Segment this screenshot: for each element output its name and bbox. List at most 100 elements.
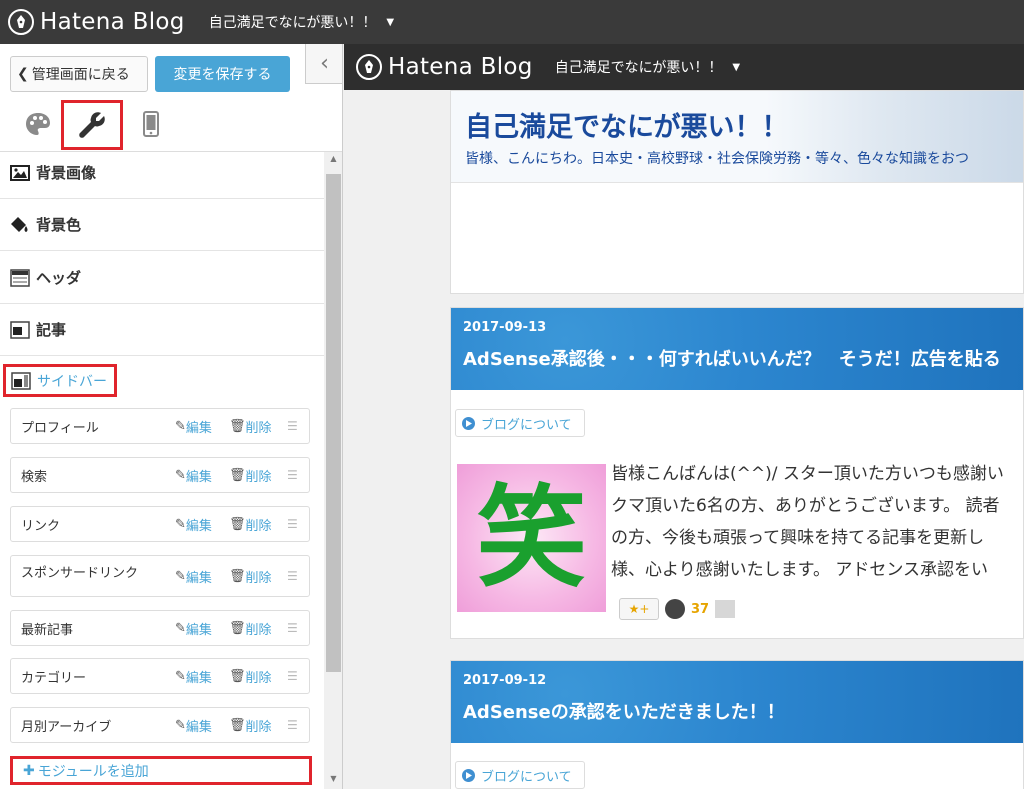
back-label: 管理画面に戻る	[31, 67, 130, 83]
delete-module-button[interactable]: 🗑 削除	[229, 567, 272, 586]
section-article[interactable]: 記事	[0, 304, 324, 356]
article-title[interactable]: AdSenseの承認をいただきました！！	[463, 698, 785, 724]
blog-description: 皆様、こんにちわ。日本史・高校野球・社会保険労務・等々、色々な知識をおつ	[465, 151, 969, 167]
panel-scrollbar[interactable]: ▲ ▼	[324, 152, 342, 789]
section-label: 背景画像	[36, 164, 97, 182]
sidebar-module[interactable]: 最新記事 ✎ 編集 🗑 削除 ☰	[10, 610, 310, 646]
avatar[interactable]	[665, 599, 685, 619]
blog-title[interactable]: 自己満足でなにが悪い！！	[465, 105, 788, 144]
sidebar-module[interactable]: 月別アーカイブ ✎ 編集 🗑 削除 ☰	[10, 707, 310, 743]
delete-label: 削除	[245, 719, 272, 735]
trash-icon: 🗑	[229, 418, 246, 434]
pencil-icon: ✎	[175, 467, 186, 483]
caret-down-icon[interactable]: ▼	[386, 17, 394, 28]
article-title[interactable]: AdSense承認後・・・何すればいいんだ？ そうだ！広告を貼る	[463, 345, 1001, 371]
preview-top-bar: Hatena Blog 自己満足でなにが悪い！！ ▼	[344, 44, 1024, 90]
tab-smartphone[interactable]	[131, 104, 171, 144]
sidebar-layout-icon	[11, 371, 31, 390]
sidebar-module[interactable]: スポンサードリンク ✎ 編集 🗑 削除 ☰	[10, 555, 310, 597]
delete-module-button[interactable]: 🗑 削除	[229, 515, 272, 534]
edit-label: 編集	[185, 719, 212, 735]
play-icon	[462, 768, 475, 782]
image-icon	[10, 164, 30, 181]
collapse-panel-button[interactable]: ‹	[305, 44, 342, 84]
add-module-button[interactable]: ✚ モジュールを追加	[10, 756, 312, 785]
pencil-icon: ✎	[175, 668, 186, 684]
drag-handle-icon[interactable]: ☰	[287, 621, 298, 635]
trash-icon: 🗑	[229, 467, 246, 483]
pencil-icon: ✎	[175, 568, 186, 584]
drag-handle-icon[interactable]: ☰	[287, 517, 298, 531]
edit-module-button[interactable]: ✎ 編集	[175, 716, 212, 735]
edit-module-button[interactable]: ✎ 編集	[175, 417, 212, 436]
star-count[interactable]: 37	[691, 602, 709, 617]
trash-icon: 🗑	[229, 668, 246, 684]
article-date[interactable]: 2017-09-12	[463, 673, 546, 688]
trash-icon: 🗑	[229, 516, 246, 532]
sidebar-module[interactable]: 検索 ✎ 編集 🗑 削除 ☰	[10, 457, 310, 493]
delete-module-button[interactable]: 🗑 削除	[229, 466, 272, 485]
delete-module-button[interactable]: 🗑 削除	[229, 716, 272, 735]
article-date[interactable]: 2017-09-13	[463, 320, 546, 335]
scrollbar-thumb[interactable]	[326, 174, 341, 672]
pencil-icon: ✎	[175, 717, 186, 733]
caret-down-icon[interactable]: ▼	[732, 62, 740, 73]
excerpt-line: 皆様こんばんは(^^)/ スター頂いた方いつも感謝い	[611, 464, 1004, 484]
edit-module-button[interactable]: ✎ 編集	[175, 466, 212, 485]
thumbnail-character: 笑	[476, 473, 587, 602]
edit-label: 編集	[185, 670, 212, 686]
edit-module-button[interactable]: ✎ 編集	[175, 667, 212, 686]
edit-module-button[interactable]: ✎ 編集	[175, 515, 212, 534]
trash-icon: 🗑	[229, 717, 246, 733]
drag-handle-icon[interactable]: ☰	[287, 419, 298, 433]
section-header[interactable]: ヘッダ	[0, 252, 324, 304]
delete-label: 削除	[245, 570, 272, 586]
category-tag[interactable]: ブログについて	[455, 409, 585, 437]
section-label: 記事	[36, 321, 67, 339]
avatar[interactable]	[715, 600, 736, 618]
pencil-icon: ✎	[175, 418, 186, 434]
section-label: サイドバー	[37, 373, 107, 390]
module-name: プロフィール	[21, 420, 99, 436]
pencil-icon: ✎	[175, 620, 186, 636]
section-background-image[interactable]: 背景画像	[0, 147, 324, 199]
sidebar-module[interactable]: プロフィール ✎ 編集 🗑 削除 ☰	[10, 408, 310, 444]
palette-icon	[26, 113, 50, 135]
excerpt-line: 様、心より感謝いたします。 アドセンス承認をい	[611, 560, 989, 580]
hatena-logo[interactable]: Hatena Blog	[8, 9, 185, 35]
section-background-color[interactable]: 背景色	[0, 199, 324, 251]
delete-module-button[interactable]: 🗑 削除	[229, 417, 272, 436]
delete-label: 削除	[245, 622, 272, 638]
hatena-logo[interactable]: Hatena Blog	[356, 54, 533, 80]
drag-handle-icon[interactable]: ☰	[287, 569, 298, 583]
back-to-dashboard-button[interactable]: ❮ 管理画面に戻る	[10, 56, 148, 92]
tab-design[interactable]	[18, 104, 58, 144]
pencil-icon: ✎	[175, 516, 186, 532]
blog-switcher[interactable]: 自己満足でなにが悪い！！	[555, 57, 723, 77]
excerpt-line: の方、今後も頑張って興味を持てる記事を更新し	[611, 528, 985, 548]
sidebar-module[interactable]: リンク ✎ 編集 🗑 削除 ☰	[10, 506, 310, 542]
edit-module-button[interactable]: ✎ 編集	[175, 567, 212, 586]
tab-customize[interactable]	[61, 100, 123, 150]
scroll-down-icon[interactable]: ▼	[324, 774, 342, 788]
sidebar-module[interactable]: カテゴリー ✎ 編集 🗑 削除 ☰	[10, 658, 310, 694]
blog-preview: Hatena Blog 自己満足でなにが悪い！！ ▼ 自己満足でなにが悪い！！ …	[344, 44, 1024, 789]
article-header: 2017-09-12 AdSenseの承認をいただきました！！	[451, 661, 1023, 743]
edit-module-button[interactable]: ✎ 編集	[175, 619, 212, 638]
drag-handle-icon[interactable]: ☰	[287, 718, 298, 732]
delete-module-button[interactable]: 🗑 削除	[229, 619, 272, 638]
drag-handle-icon[interactable]: ☰	[287, 669, 298, 683]
chevron-left-icon: ‹	[320, 51, 329, 76]
section-sidebar[interactable]: サイドバー	[3, 364, 117, 397]
hatena-pen-icon	[8, 9, 34, 35]
play-icon	[462, 416, 475, 430]
article-thumbnail[interactable]: 笑	[457, 464, 606, 612]
blog-switcher[interactable]: 自己満足でなにが悪い！！	[209, 12, 377, 32]
category-tag[interactable]: ブログについて	[455, 761, 585, 789]
save-changes-button[interactable]: 変更を保存する	[155, 56, 290, 92]
article-card: 2017-09-13 AdSense承認後・・・何すればいいんだ？ そうだ！広告…	[450, 307, 1024, 639]
delete-module-button[interactable]: 🗑 削除	[229, 667, 272, 686]
add-star-button[interactable]: ★+	[619, 598, 659, 620]
scroll-up-icon[interactable]: ▲	[324, 154, 342, 168]
drag-handle-icon[interactable]: ☰	[287, 468, 298, 482]
